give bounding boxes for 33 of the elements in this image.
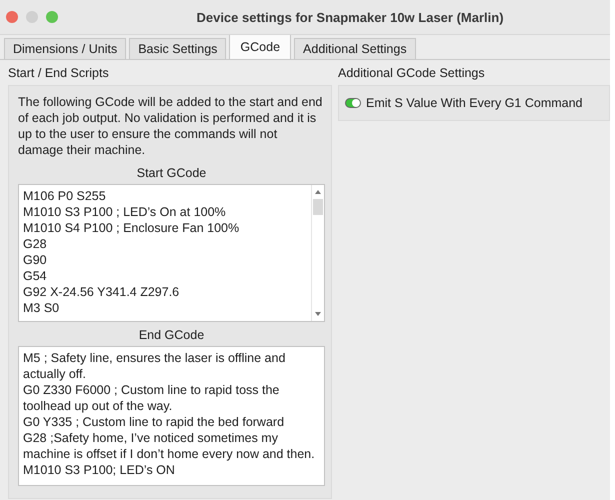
code-line: G0 Z330 F6000 ; Custom line to rapid toss the toolhead up out of the way. — [23, 382, 280, 414]
tab[interactable]: GCode — [229, 34, 292, 59]
zoom-icon[interactable] — [46, 11, 58, 23]
code-line: M1010 S3 P100; LED’s ON — [23, 462, 176, 478]
code-line: M5 ; Safety line, ensures the laser is offline and actually off. — [23, 350, 286, 382]
code-line: G28 — [23, 236, 48, 252]
tab[interactable]: Basic Settings — [129, 38, 226, 59]
code-line: G90 — [23, 252, 48, 268]
scroll-thumb[interactable] — [313, 199, 323, 215]
option-label: Emit S Value With Every G1 Command — [366, 96, 583, 110]
close-icon[interactable] — [6, 11, 18, 23]
scrollbar[interactable] — [311, 185, 324, 321]
tab[interactable]: Dimensions / Units — [4, 38, 126, 59]
start-gcode-field[interactable]: M106 P0 S255 M1010 S3 P100 ; LED’s On at 100% M1010 S4 P100 ; Enclosure Fan 100% G28 G90 G54 G92 X-24.56 Y341.4 Z297.6 M3 S0 — [18, 184, 325, 322]
up-arrow-icon[interactable] — [314, 189, 322, 195]
code-line: G92 X-24.56 Y341.4 Z297.6 — [23, 284, 180, 300]
description-text: The following GCode will be added to the start and end of each job output. No validation is performed and it is up to the user to ensure the commands will not damage their machine. — [18, 94, 324, 158]
code-line: G28 ;Safety home, I’ve noticed sometimes my machine is offset if I don’t home every now and then. — [23, 430, 316, 462]
down-arrow-icon[interactable] — [314, 311, 322, 317]
toggle-switch[interactable] — [345, 98, 361, 108]
tab[interactable]: Additional Settings — [294, 38, 416, 59]
end-gcode-field[interactable] — [18, 346, 325, 486]
window-title: Device settings for Snapmaker 10w Laser (Marlin) — [195, 10, 505, 24]
code-line: G0 Y335 ; Custom line to rapid the bed forward — [23, 414, 286, 430]
code-line: M106 P0 S255 — [23, 188, 107, 204]
code-line: M3 S0 — [23, 300, 60, 316]
field-label: End GCode — [138, 328, 206, 342]
section-heading: Start / End Scripts — [8, 66, 110, 80]
field-label: Start GCode — [136, 166, 208, 180]
section-heading: Additional GCode Settings — [338, 66, 486, 80]
code-line: G54 — [23, 268, 48, 284]
code-line: M1010 S3 P100 ; LED’s On at 100% — [23, 204, 227, 220]
code-line: M1010 S4 P100 ; Enclosure Fan 100% — [23, 220, 240, 236]
